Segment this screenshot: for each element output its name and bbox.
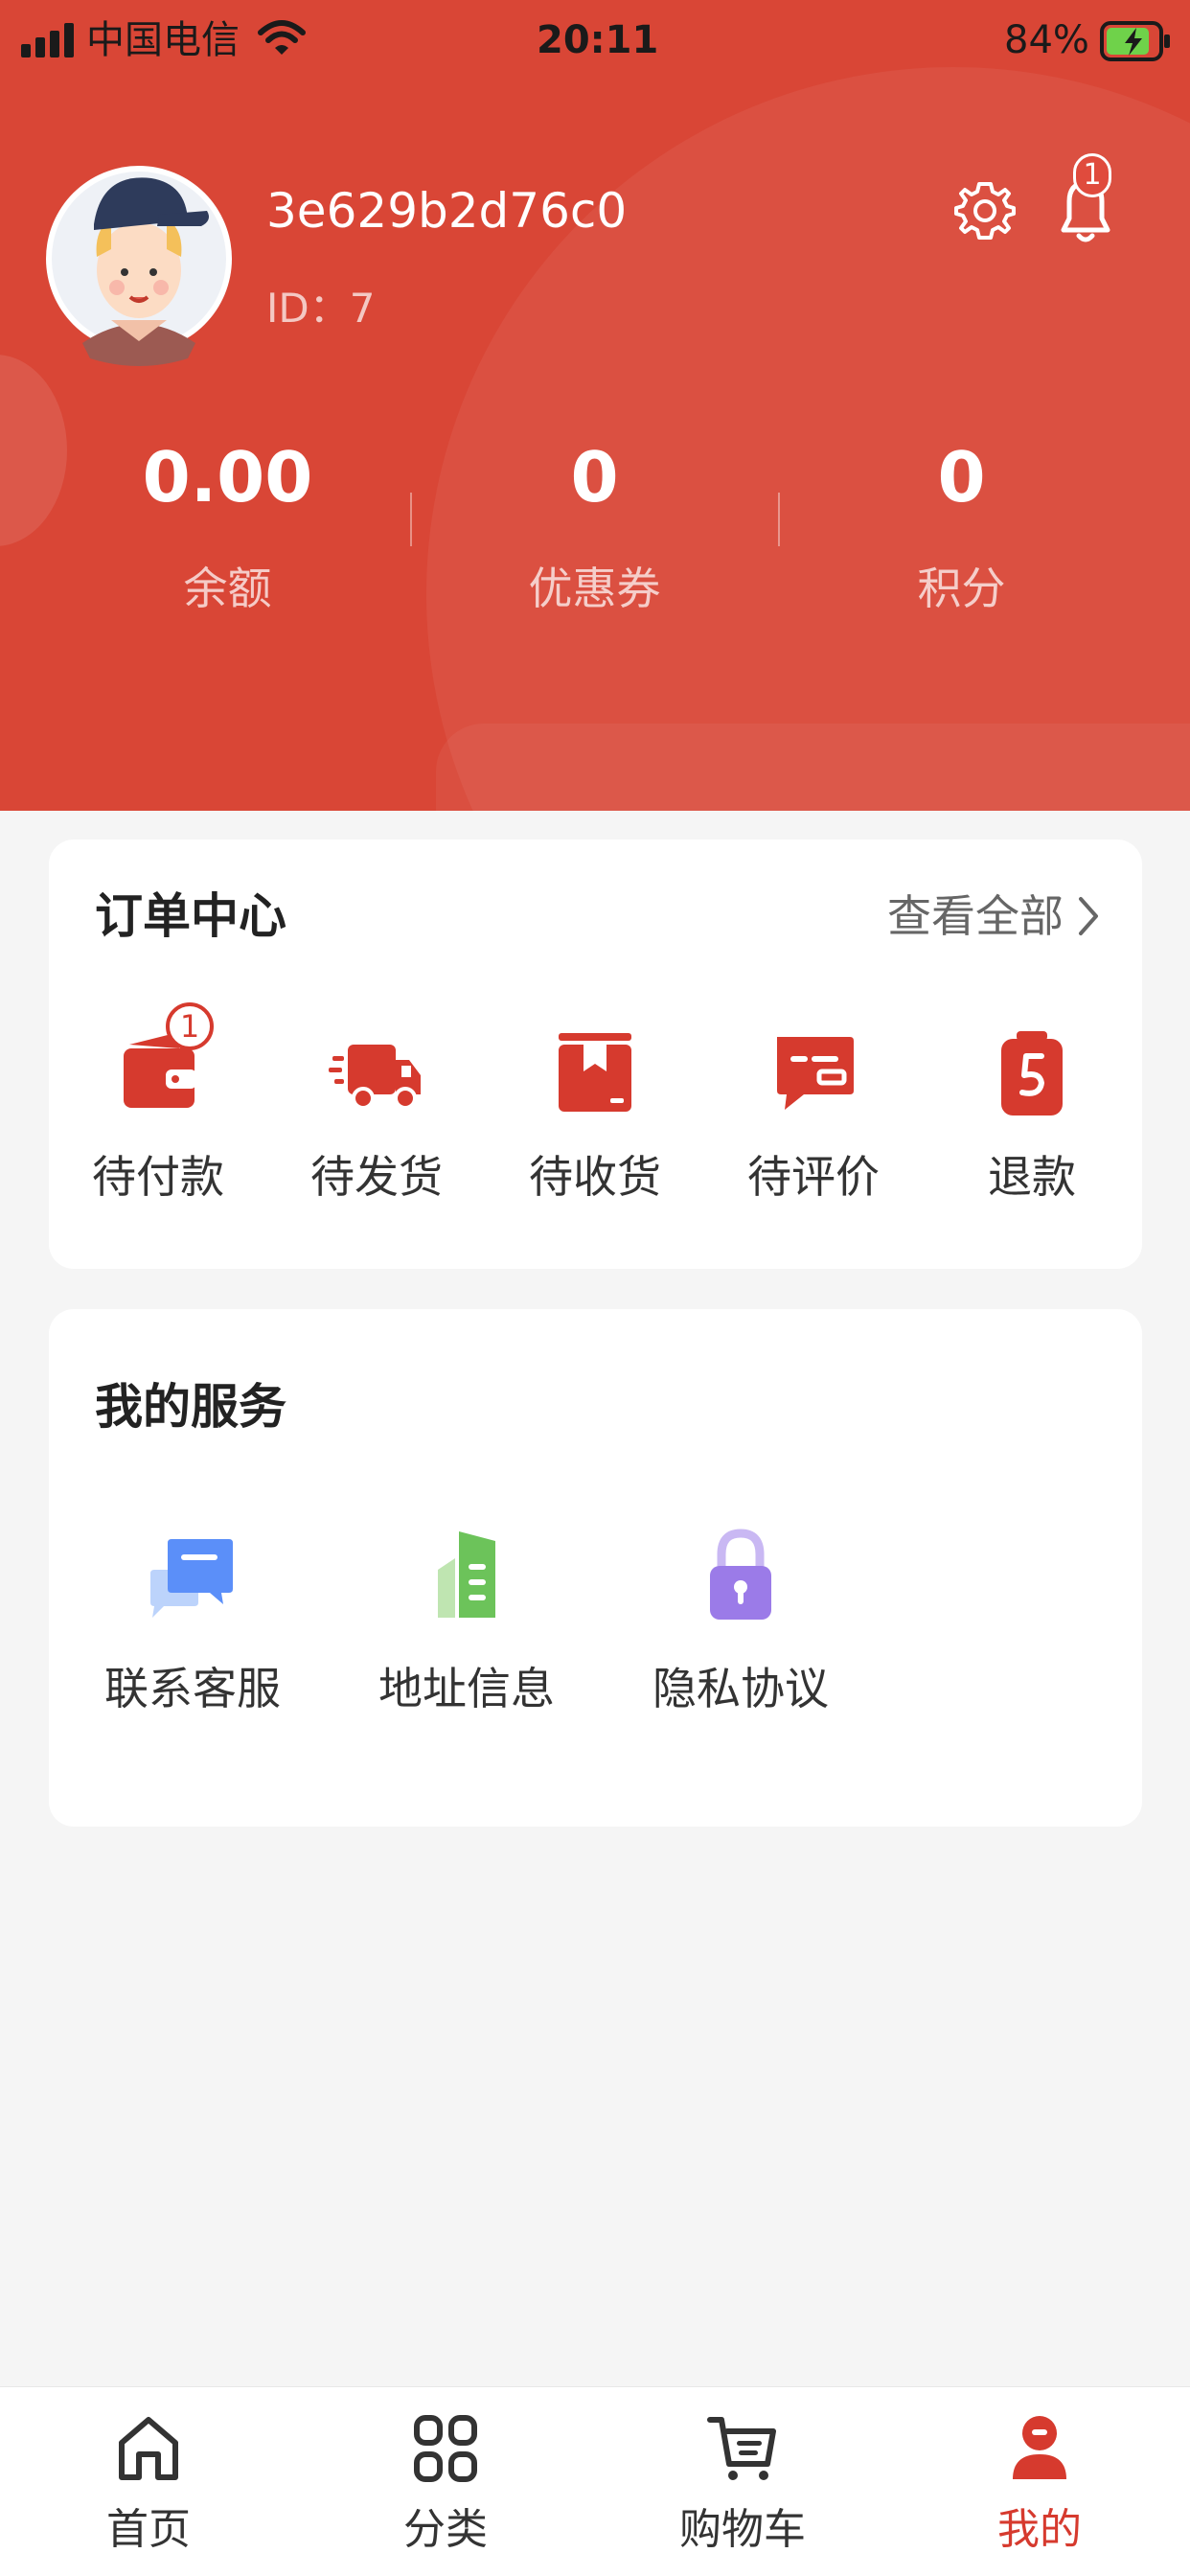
battery-percentage: 84% (1004, 18, 1089, 62)
profile-header: 中国电信 20:11 84% 3e629b2d76c0 ID：7 1 0.00 … (0, 0, 1190, 811)
cart-icon (707, 2417, 776, 2480)
order-label: 退款 (988, 1151, 1076, 1203)
tab-profile[interactable]: 我的 (891, 2410, 1188, 2558)
notification-badge: 1 (1073, 153, 1111, 197)
tab-label: 首页 (106, 2505, 191, 2554)
truck-icon (329, 1045, 421, 1110)
order-label: 待收货 (529, 1151, 661, 1203)
my-services-card: 我的服务 联系客服 地址信息 隐私协议 (49, 1309, 1142, 1827)
bottom-tab-bar: 首页 分类 购物车 我的 (0, 2386, 1190, 2576)
tab-category[interactable]: 分类 (297, 2410, 594, 2558)
tab-label: 我的 (997, 2505, 1082, 2554)
wifi-icon (258, 20, 306, 55)
order-badge: 1 (166, 1002, 214, 1050)
stat-points[interactable]: 0 积分 (778, 431, 1145, 617)
stat-value: 0 (937, 437, 986, 518)
service-customer-support[interactable]: 联系客服 (78, 1526, 308, 1717)
notification-bell[interactable]: 1 (1052, 153, 1119, 249)
package-icon (559, 1033, 631, 1112)
my-services-title: 我的服务 (95, 1379, 286, 1435)
status-time: 20:11 (537, 18, 659, 62)
service-label: 隐私协议 (652, 1663, 829, 1714)
stat-balance[interactable]: 0.00 余额 (44, 431, 411, 617)
home-icon (119, 2417, 178, 2480)
review-icon (777, 1037, 854, 1110)
avatar[interactable] (44, 144, 234, 370)
gear-icon[interactable] (954, 180, 1016, 242)
customer-service-icon (150, 1539, 233, 1618)
order-label: 待评价 (747, 1151, 880, 1203)
tab-label: 购物车 (679, 2505, 806, 2554)
profile-icon (1013, 2416, 1066, 2479)
stat-label: 余额 (183, 563, 272, 614)
stat-coupons[interactable]: 0 优惠券 (411, 431, 778, 617)
notification-count: 1 (1083, 158, 1102, 192)
order-pending-review[interactable]: 待评价 (704, 1027, 923, 1206)
service-label: 联系客服 (104, 1663, 281, 1714)
stat-value: 0.00 (142, 437, 313, 518)
order-label: 待发货 (310, 1151, 443, 1203)
address-icon (438, 1531, 495, 1618)
status-bar: 中国电信 20:11 84% (0, 0, 1190, 80)
order-label: 待付款 (92, 1151, 224, 1203)
header-decoration (436, 724, 1190, 811)
view-all-label: 查看全部 (887, 890, 1064, 942)
order-center-title: 订单中心 (95, 888, 286, 944)
tab-cart[interactable]: 购物车 (594, 2410, 891, 2558)
stat-label: 积分 (917, 563, 1006, 614)
order-pending-receipt[interactable]: 待收货 (486, 1027, 704, 1206)
badge-count: 1 (179, 1008, 200, 1045)
category-icon (414, 2415, 477, 2482)
user-id: ID：7 (266, 285, 376, 332)
stat-value: 0 (570, 437, 619, 518)
order-refund[interactable]: 退款 (923, 1027, 1141, 1206)
refund-icon (1001, 1031, 1063, 1116)
signal-icon (21, 23, 75, 58)
carrier-name: 中国电信 (86, 18, 240, 62)
service-privacy[interactable]: 隐私协议 (626, 1526, 856, 1717)
tab-label: 分类 (403, 2505, 488, 2554)
stat-label: 优惠券 (528, 563, 661, 614)
battery-charging-icon (1100, 21, 1170, 61)
service-label: 地址信息 (378, 1663, 555, 1714)
service-address[interactable]: 地址信息 (352, 1526, 582, 1717)
lock-icon (710, 1529, 771, 1620)
order-center-card: 订单中心 查看全部 1 待付款 待发货 待收货 待评价 退款 (49, 840, 1142, 1269)
order-pending-payment[interactable]: 1 待付款 (49, 1002, 267, 1206)
page: 中国电信 20:11 84% 3e629b2d76c0 ID：7 1 0.00 … (0, 0, 1190, 2576)
order-pending-shipment[interactable]: 待发货 (267, 1027, 486, 1206)
chevron-right-icon (1079, 897, 1098, 935)
tab-home[interactable]: 首页 (0, 2410, 297, 2558)
username: 3e629b2d76c0 (266, 183, 628, 239)
view-all-orders-link[interactable]: 查看全部 (887, 886, 1100, 947)
